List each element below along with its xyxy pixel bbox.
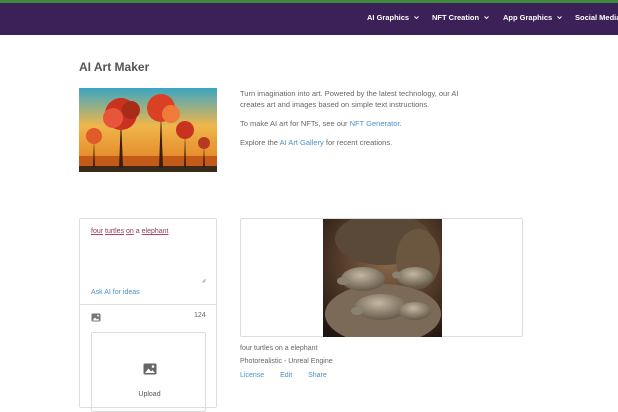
intro-text-fragment: Explore the — [240, 138, 280, 147]
prompt-panel: four turtles on a elephant Ask AI for id… — [79, 218, 217, 412]
chevron-down-icon — [414, 16, 419, 20]
prompt-word: four — [91, 228, 104, 235]
top-navbar: AI Graphics NFT Creation App Graphics So… — [0, 3, 618, 35]
generated-image[interactable] — [323, 219, 442, 337]
result-actions: License Edit Share — [240, 372, 341, 379]
result-style: Photorealistic - Unreal Engine — [240, 358, 333, 365]
nav-app-graphics[interactable]: App Graphics — [503, 13, 563, 22]
divider — [80, 304, 216, 305]
prompt-word: elephant — [141, 228, 169, 235]
result-panel — [240, 218, 523, 337]
ask-ai-link[interactable]: Ask AI for ideas — [91, 289, 140, 296]
image-icon[interactable] — [91, 313, 101, 322]
intro-text-fragment: for recent creations. — [323, 138, 393, 147]
image-icon — [143, 363, 157, 375]
intro-paragraph-2: To make AI art for NFTs, see our NFT Gen… — [240, 118, 470, 129]
resize-handle-icon[interactable] — [201, 278, 206, 283]
nft-generator-link[interactable]: NFT Generator — [350, 119, 400, 128]
nav-label: NFT Creation — [432, 13, 480, 22]
license-link[interactable]: License — [240, 372, 264, 379]
nav-label: App Graphics — [503, 13, 553, 22]
nav-label: AI Graphics — [367, 13, 410, 22]
hero-image — [79, 88, 217, 172]
upload-label: Upload — [138, 391, 161, 398]
intro-text-fragment: . — [399, 119, 402, 128]
prompt-word: on — [126, 228, 134, 235]
nav-ai-graphics[interactable]: AI Graphics — [367, 13, 419, 22]
result-caption: four turtles on a elephant — [240, 345, 318, 352]
chevron-down-icon — [557, 16, 563, 20]
prompt-word: a — [135, 228, 140, 235]
prompt-word: turtles — [105, 228, 125, 235]
intro-paragraph-1: Turn imagination into art. Powered by th… — [240, 89, 459, 109]
intro-paragraph-3: Explore the AI Art Gallery for recent cr… — [240, 137, 470, 148]
page-title: AI Art Maker — [79, 60, 150, 74]
intro-text-fragment: To make AI art for NFTs, see our — [240, 119, 350, 128]
share-link[interactable]: Share — [308, 372, 327, 379]
intro-text: Turn imagination into art. Powered by th… — [240, 88, 470, 156]
nav-label: Social Media G — [575, 13, 618, 22]
nav-nft-creation[interactable]: NFT Creation — [432, 13, 489, 22]
ai-art-gallery-link[interactable]: AI Art Gallery — [280, 138, 324, 147]
character-count: 124 — [194, 312, 206, 319]
prompt-textarea[interactable]: four turtles on a elephant — [91, 228, 169, 235]
upload-dropzone[interactable]: Upload — [91, 332, 206, 412]
nav-social-media[interactable]: Social Media G — [575, 13, 618, 22]
edit-link[interactable]: Edit — [280, 372, 292, 379]
chevron-down-icon — [484, 16, 489, 20]
